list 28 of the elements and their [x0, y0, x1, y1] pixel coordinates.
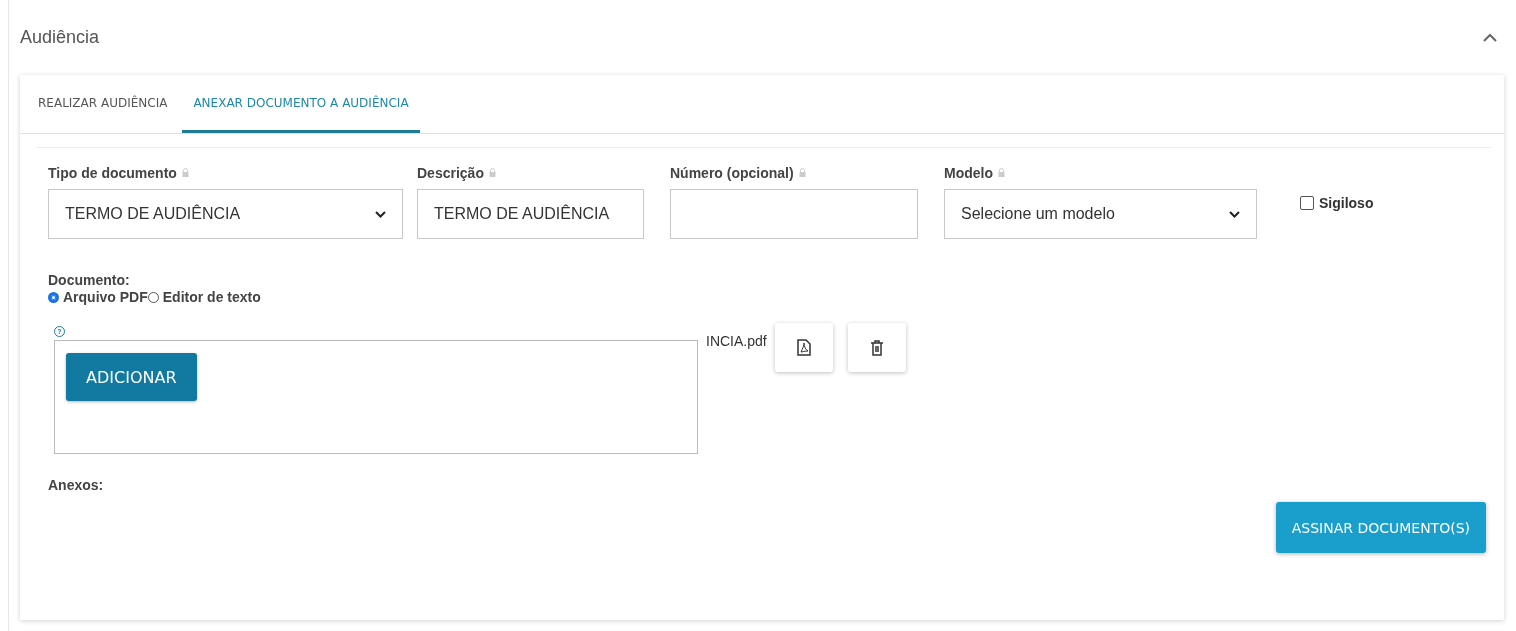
caret-icon [1229, 210, 1240, 218]
caret-icon [375, 210, 386, 218]
chevron-up-icon[interactable] [1483, 33, 1497, 42]
add-button[interactable]: ADICIONAR [66, 353, 197, 401]
input-field[interactable] [670, 189, 918, 239]
radio-option[interactable]: Arquivo PDF [48, 289, 148, 305]
lock-icon [798, 168, 806, 177]
field-label: Documento: [48, 272, 131, 288]
sigiloso-checkbox[interactable]: Sigiloso [1300, 195, 1374, 211]
select-field[interactable]: TERMO DE AUDIÊNCIA [48, 189, 403, 239]
tab[interactable]: ANEXAR DOCUMENTO A AUDIÊNCIA [182, 75, 420, 133]
lock-icon [998, 168, 1005, 177]
input-field[interactable]: TERMO DE AUDIÊNCIA [417, 189, 644, 239]
field-label: Tipo de documento [48, 164, 177, 181]
field-label: Modelo [944, 164, 993, 181]
upload-area[interactable]: ADICIONAR [54, 340, 698, 454]
trash-icon[interactable] [847, 323, 906, 372]
radio-option[interactable]: Editor de texto [147, 289, 261, 305]
tab[interactable]: REALIZAR AUDIÊNCIA [27, 75, 179, 133]
lock-icon [181, 168, 189, 177]
pdf-file-icon[interactable] [774, 323, 833, 372]
select-field[interactable]: Selecione um modelo [944, 189, 1257, 239]
field-label: Número (opcional) [670, 164, 794, 181]
file-name: INCIA.pdf [706, 333, 767, 349]
panel-title: Audiência [20, 27, 100, 48]
lock-icon [488, 168, 496, 177]
field-label: Anexos: [48, 477, 105, 493]
field-label: Descrição [417, 164, 484, 181]
